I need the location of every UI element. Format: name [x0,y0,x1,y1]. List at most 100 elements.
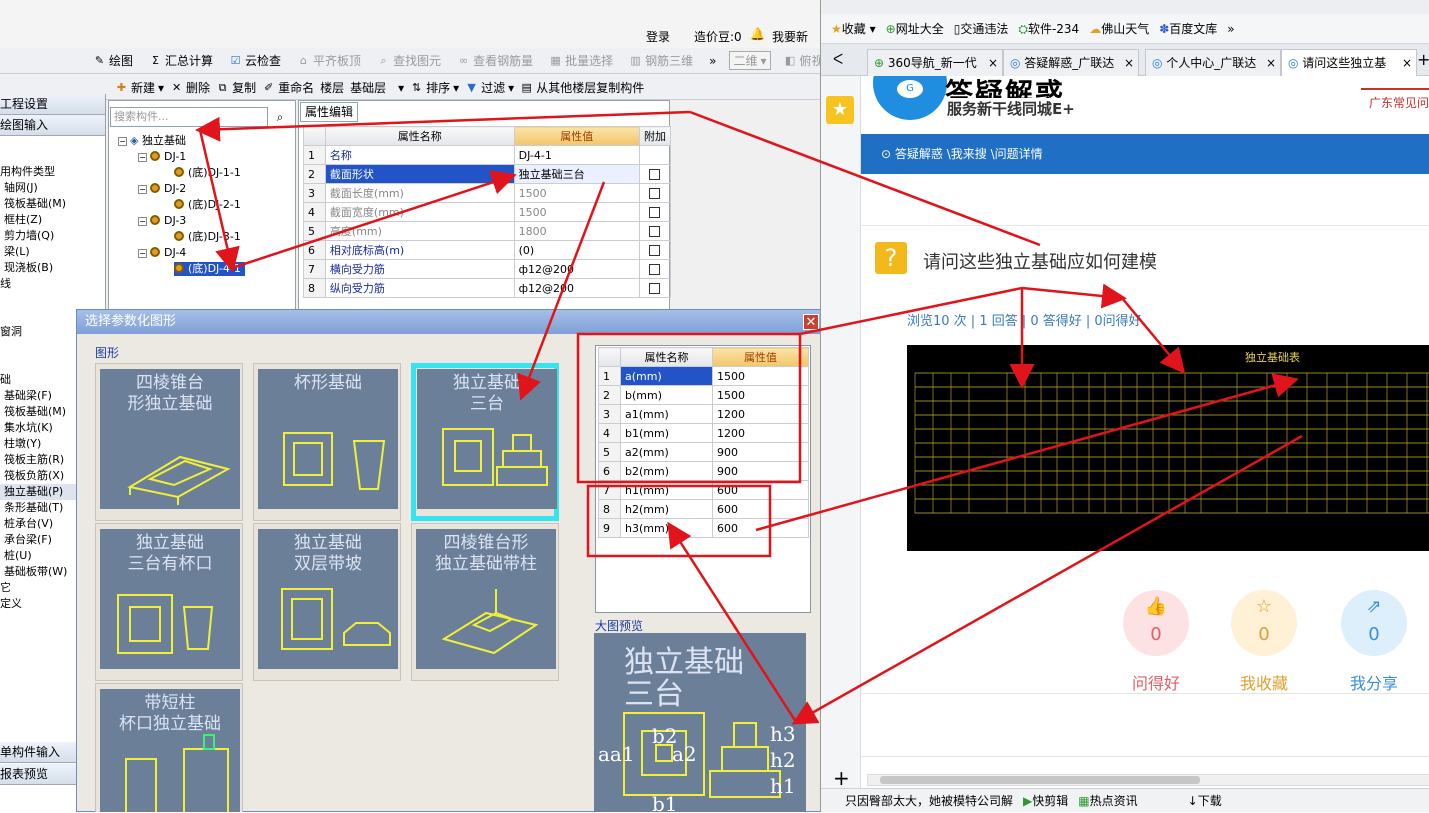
breadcrumb[interactable]: 答疑解惑 \我来搜 \问题详情 [895,147,1043,161]
table-row[interactable]: 1 名称 DJ-4-1 [303,145,672,165]
shape-option[interactable]: 带短柱 杯口独立基础 [95,683,243,812]
more-chevron-icon[interactable]: » [706,54,719,68]
table-row[interactable]: 7 横向受力筋 ф12@200 [303,259,672,279]
find-element-button[interactable]: ⌕ 查找图元 [374,52,444,69]
attach-checkbox[interactable] [649,264,661,275]
sort-button[interactable]: ⇅ 排序 ▾ [407,79,462,96]
close-icon[interactable]: ✕ [803,314,819,330]
attach-checkbox[interactable] [649,169,661,180]
table-row[interactable]: 6 相对底标高(m) (0) [303,240,672,260]
add-icon[interactable]: + [833,766,850,790]
close-tab-icon[interactable]: × [1124,50,1134,76]
param-value[interactable]: 1200 [712,423,809,443]
star-icon[interactable]: ★ [826,96,854,124]
table-row[interactable]: 6 b2(mm) 900 [598,461,809,481]
property-value[interactable]: (0) [513,240,640,260]
shape-option[interactable]: 四棱锥台形 独立基础带柱 [411,523,559,681]
view-rebar-button[interactable]: ∞ 查看钢筋量 [454,52,536,69]
sidebar-header-draw-input[interactable]: 绘图输入 [0,115,105,136]
sidebar-item[interactable]: 轴网(J) [0,180,105,196]
table-row[interactable]: 9 h3(mm) 600 [598,518,809,538]
property-value[interactable]: 1500 [513,202,640,222]
filter-button[interactable]: ▼ 过滤 ▾ [462,79,517,96]
param-value[interactable]: 900 [712,442,809,462]
sidebar-item[interactable]: 筏板基础(M) [0,196,105,212]
batch-select-button[interactable]: ▦ 批量选择 [546,52,616,69]
table-row[interactable]: 8 h2(mm) 600 [598,499,809,519]
back-icon[interactable]: ᐸ [833,52,843,68]
shape-option[interactable]: 四棱锥台 形独立基础 [95,363,243,521]
param-value[interactable]: 1500 [712,366,809,386]
tree-leaf[interactable]: (底)DJ-2-1 [174,198,241,212]
table-row[interactable]: 4 截面宽度(mm) 1500 [303,202,672,222]
login-link[interactable]: 登录 [646,28,670,45]
tree-node[interactable]: − DJ-4 [138,246,186,260]
shape-option[interactable]: 独立基础 双层带坡 [253,523,401,681]
param-value[interactable]: 600 [712,499,809,519]
table-row[interactable]: 2 b(mm) 1500 [598,385,809,405]
sidebar-header-project-settings[interactable]: 工程设置 [0,94,105,115]
align-slab-button[interactable]: ⌂ 平齐板顶 [294,52,364,69]
shape-option[interactable]: 独立基础 三台 [411,363,559,521]
action-label[interactable]: 我收藏 [1219,670,1309,694]
wiki-link[interactable]: 我要新 [772,28,808,45]
close-tab-icon[interactable]: × [1402,50,1412,76]
attach-checkbox[interactable] [649,188,661,199]
tree-leaf[interactable]: (底)DJ-4-1 [174,262,245,276]
param-value[interactable]: 900 [712,461,809,481]
tab-property-edit[interactable]: 属性编辑 [300,102,358,122]
tree-leaf[interactable]: (底)DJ-3-1 [174,230,241,244]
param-value[interactable]: 1500 [712,385,809,405]
common-questions-link[interactable]: 广东常见问 [1369,94,1429,111]
table-row[interactable]: 3 a1(mm) 1200 [598,404,809,424]
table-row[interactable]: 8 纵向受力筋 ф12@200 [303,278,672,298]
thumbs-up-button[interactable]: 👍 0 [1123,590,1189,656]
scrollbar-thumb[interactable] [880,776,1200,784]
attached-image[interactable]: 独立基础表 [907,345,1429,551]
table-row[interactable]: 1 a(mm) 1500 [598,366,809,386]
shape-option[interactable]: 独立基础 三台有杯口 [95,523,243,681]
bookmark-traffic[interactable]: ▯交通违法 [954,20,1009,37]
search-input[interactable]: 搜索构件... [110,107,268,127]
cloud-check-button[interactable]: ☑ 云检查 [226,52,284,69]
close-tab-icon[interactable]: × [1266,50,1276,76]
copy-from-floor-button[interactable]: ▤ 从其他楼层复制构件 [517,79,647,96]
action-label[interactable]: 我分享 [1329,670,1419,694]
top-view-button[interactable]: ◧ 俯视 [781,52,820,69]
summary-calc-button[interactable]: Σ 汇总计算 [146,52,216,69]
table-row[interactable]: 7 h1(mm) 600 [598,480,809,500]
property-value[interactable]: ф12@200 [513,278,640,298]
share-button[interactable]: ⇗ 0 [1341,590,1407,656]
bookmark-url-directory[interactable]: ⊕网址大全 [886,20,944,37]
search-icon[interactable]: ⌕ [270,107,290,127]
view-2d-select[interactable]: 二维 ▾ [729,51,771,70]
rebar-3d-button[interactable]: ▥ 钢筋三维 [626,52,696,69]
news-ticker[interactable]: 只因臀部太大，她被模特公司解 [845,789,1013,812]
property-value[interactable]: ф12@200 [513,259,640,279]
star-button[interactable]: ☆ 0 [1231,590,1297,656]
bookmark-favorites[interactable]: ★收藏 ▾ [831,20,876,37]
attach-checkbox[interactable] [649,226,661,237]
more-chevron-icon[interactable]: » [1227,22,1234,36]
table-row[interactable]: 5 a2(mm) 900 [598,442,809,462]
tree-node[interactable]: − DJ-2 [138,182,186,196]
draw-button[interactable]: ✎ 绘图 [90,52,136,69]
copy-button[interactable]: ⧉ 复制 [213,79,259,96]
horizontal-scrollbar[interactable] [867,774,1429,786]
bell-icon[interactable]: 🔔 [750,27,765,41]
property-value[interactable]: DJ-4-1 [513,145,640,165]
attach-checkbox[interactable] [649,245,661,256]
property-value[interactable]: 1800 [513,221,640,241]
param-value[interactable]: 1200 [712,404,809,424]
sidebar-item[interactable]: 线 [0,276,105,292]
browser-tab[interactable]: ◎ 个人中心_广联达 × [1145,49,1281,76]
attach-checkbox[interactable] [649,207,661,218]
property-value[interactable]: 独立基础三台 [513,164,640,184]
attach-checkbox[interactable] [649,283,661,294]
sidebar-item[interactable]: 用构件类型 [0,164,105,180]
delete-button[interactable]: ✕ 删除 [167,79,213,96]
sidebar-item[interactable]: 梁(L) [0,244,105,260]
tree-node[interactable]: − DJ-3 [138,214,186,228]
bookmark-weather[interactable]: ☁佛山天气 [1089,20,1149,37]
table-row[interactable]: 5 高度(mm) 1800 [303,221,672,241]
